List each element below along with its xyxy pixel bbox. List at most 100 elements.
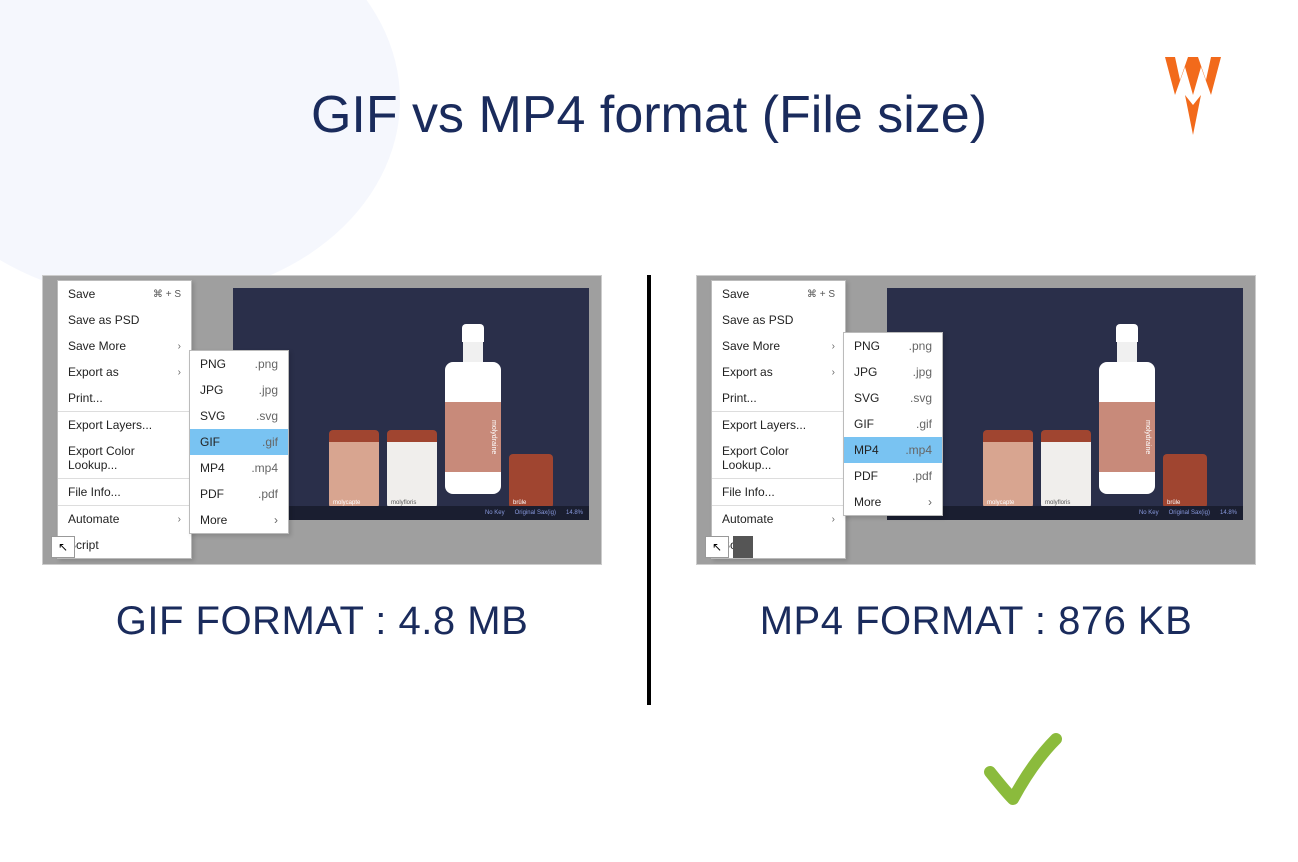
- chevron-right-icon: ›: [832, 341, 835, 352]
- menu-save-psd[interactable]: Save as PSD: [58, 307, 191, 333]
- menu-automate[interactable]: Automate ›: [712, 506, 845, 532]
- submenu-label: PDF: [854, 469, 878, 483]
- mp4-screenshot: molycapte molyfloris molydraine brûle No…: [696, 275, 1256, 565]
- bottle-label: molydraine: [1099, 402, 1155, 472]
- submenu-label: JPG: [854, 365, 877, 379]
- mp4-panel: molycapte molyfloris molydraine brûle No…: [696, 275, 1256, 705]
- menu-file-info[interactable]: File Info...: [58, 479, 191, 505]
- menu-label: Automate: [68, 512, 119, 526]
- footer-text: Original Sax(ig): [515, 510, 556, 516]
- product-jar-2: molyfloris: [387, 430, 437, 510]
- menu-label: Save as PSD: [722, 313, 793, 327]
- gif-screenshot: molycapte molyfloris molydraine brûle No…: [42, 275, 602, 565]
- menu-export-as[interactable]: Export as ›: [712, 359, 845, 385]
- submenu-ext: ›: [928, 495, 932, 509]
- menu-label: File Info...: [722, 485, 775, 499]
- product-jar-1: molycapte: [983, 430, 1033, 510]
- bottle-label: molydraine: [445, 402, 501, 472]
- chevron-right-icon: ›: [178, 341, 181, 352]
- menu-file-info[interactable]: File Info...: [712, 479, 845, 505]
- submenu-item-png[interactable]: PNG.png: [844, 333, 942, 359]
- checkmark-icon: [978, 727, 1068, 822]
- submenu-ext: .mp4: [251, 461, 278, 475]
- footer-text: No Key: [485, 510, 505, 516]
- secondary-tool-icon[interactable]: [733, 536, 753, 558]
- submenu-item-svg[interactable]: SVG .svg: [190, 403, 288, 429]
- menu-label: Print...: [68, 391, 103, 405]
- menu-export-lookup[interactable]: Export Color Lookup...: [58, 438, 191, 478]
- submenu-item-pdf[interactable]: PDF .pdf: [844, 463, 942, 489]
- menu-save[interactable]: Save ⌘ + S: [58, 281, 191, 307]
- submenu-label: GIF: [854, 417, 874, 431]
- cursor-tool-icon[interactable]: ↖: [705, 536, 729, 558]
- menu-label: Save: [68, 287, 95, 301]
- submenu-label: MP4: [200, 461, 225, 475]
- menu-label: Export Layers...: [68, 418, 152, 432]
- submenu-item-png[interactable]: PNG.png: [190, 351, 288, 377]
- submenu-item-gif[interactable]: GIF .gif: [844, 411, 942, 437]
- menu-label: Export Color Lookup...: [722, 444, 835, 472]
- submenu-item-gif[interactable]: GIF.gif: [190, 429, 288, 455]
- submenu-ext: ›: [274, 513, 278, 527]
- submenu-item-pdf[interactable]: PDF.pdf: [190, 481, 288, 507]
- submenu-item-more[interactable]: More ›: [190, 507, 288, 533]
- export-submenu: PNG.pngJPG.jpg SVG .svg GIF.gif MP4 .mp4 PDF.p…: [189, 350, 289, 534]
- submenu-ext: .gif: [916, 417, 932, 431]
- product-jar-3: brûle: [509, 454, 553, 510]
- menu-label: Automate: [722, 512, 773, 526]
- submenu-ext: .pdf: [258, 487, 278, 501]
- footer-text: Original Sax(ig): [1169, 510, 1210, 516]
- submenu-item-jpg[interactable]: JPG.jpg: [844, 359, 942, 385]
- menu-save-psd[interactable]: Save as PSD: [712, 307, 845, 333]
- menu-export-lookup[interactable]: Export Color Lookup...: [712, 438, 845, 478]
- submenu-item-svg[interactable]: SVG .svg: [844, 385, 942, 411]
- menu-label: File Info...: [68, 485, 121, 499]
- submenu-label: PNG: [854, 339, 880, 353]
- menu-save-more[interactable]: Save More ›: [58, 333, 191, 359]
- submenu-label: MP4: [854, 443, 879, 457]
- gif-caption: GIF FORMAT : 4.8 MB: [116, 599, 529, 644]
- cursor-tool-icon[interactable]: ↖: [51, 536, 75, 558]
- chevron-right-icon: ›: [832, 514, 835, 525]
- product-jar-1: molycapte: [329, 430, 379, 510]
- footer-text: No Key: [1139, 510, 1159, 516]
- product-bottle: molydraine: [1099, 324, 1155, 494]
- menu-save[interactable]: Save ⌘ + S: [712, 281, 845, 307]
- menu-label: Save: [722, 287, 749, 301]
- menu-label: Export Layers...: [722, 418, 806, 432]
- footer-text: 14.8%: [1220, 510, 1237, 516]
- menu-script[interactable]: Script: [712, 532, 845, 558]
- submenu-ext: .svg: [910, 391, 932, 405]
- submenu-label: SVG: [854, 391, 879, 405]
- shortcut-label: ⌘ + S: [807, 289, 835, 300]
- menu-export-layers[interactable]: Export Layers...: [712, 412, 845, 438]
- submenu-label: SVG: [200, 409, 225, 423]
- menu-label: Save More: [68, 339, 126, 353]
- submenu-ext: .mp4: [905, 443, 932, 457]
- comparison-panels: molycapte molyfloris molydraine brûle No…: [0, 275, 1298, 705]
- export-submenu: PNG.pngJPG.jpg SVG .svg GIF .gif MP4 .mp4 PDF .p…: [843, 332, 943, 516]
- menu-export-as[interactable]: Export as ›: [58, 359, 191, 385]
- vertical-divider: [647, 275, 651, 705]
- submenu-label: More: [854, 495, 881, 509]
- submenu-item-more[interactable]: More ›: [844, 489, 942, 515]
- submenu-ext: .pdf: [912, 469, 932, 483]
- menu-save-more[interactable]: Save More ›: [712, 333, 845, 359]
- menu-print[interactable]: Print...: [58, 385, 191, 411]
- chevron-right-icon: ›: [832, 367, 835, 378]
- submenu-item-mp4[interactable]: MP4 .mp4: [190, 455, 288, 481]
- gif-panel: molycapte molyfloris molydraine brûle No…: [42, 275, 602, 705]
- submenu-ext: .svg: [256, 409, 278, 423]
- submenu-label: More: [200, 513, 227, 527]
- submenu-item-jpg[interactable]: JPG.jpg: [190, 377, 288, 403]
- menu-print[interactable]: Print...: [712, 385, 845, 411]
- menu-automate[interactable]: Automate ›: [58, 506, 191, 532]
- file-menu: Save ⌘ + S Save as PSD Save More › Expor…: [711, 280, 846, 559]
- page-title: GIF vs MP4 format (File size): [0, 0, 1298, 145]
- file-menu: Save ⌘ + S Save as PSD Save More › Expor…: [57, 280, 192, 559]
- menu-script[interactable]: Script: [58, 532, 191, 558]
- product-bottle: molydraine: [445, 324, 501, 494]
- submenu-item-mp4[interactable]: MP4 .mp4: [844, 437, 942, 463]
- wp-rocket-logo: [1163, 55, 1223, 145]
- menu-export-layers[interactable]: Export Layers...: [58, 412, 191, 438]
